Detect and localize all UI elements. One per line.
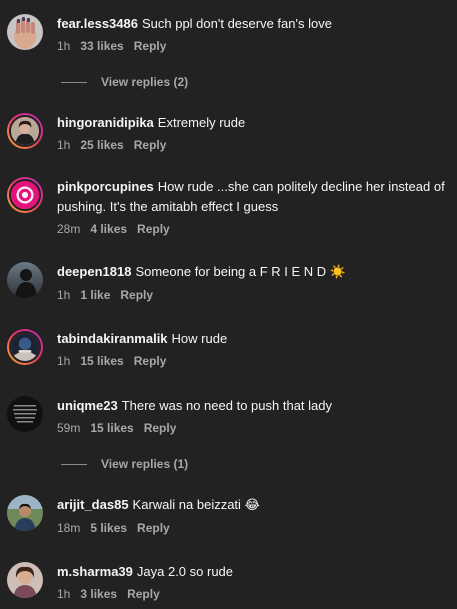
comment-meta: 1h 33 likes Reply xyxy=(57,38,447,54)
comment-content: Karwali na beizzati xyxy=(132,497,241,512)
comment-likes[interactable]: 4 likes xyxy=(90,222,127,236)
avatar-story-ring[interactable] xyxy=(7,177,43,213)
laughing-emoji: 😂 xyxy=(244,498,260,513)
avatar[interactable] xyxy=(7,396,43,432)
view-replies-label: View replies (2) xyxy=(101,75,189,89)
comment-content: Someone for being a F R I E N D xyxy=(135,264,327,279)
comment-username[interactable]: pinkporcupines xyxy=(57,179,154,194)
view-replies-button[interactable]: View replies (1) xyxy=(61,457,188,471)
reply-button[interactable]: Reply xyxy=(137,222,170,236)
comment-time: 18m xyxy=(57,521,81,535)
comment-likes[interactable]: 25 likes xyxy=(80,138,123,152)
comment-likes[interactable]: 15 likes xyxy=(90,421,133,435)
comment-meta: 1h 1 like Reply xyxy=(57,287,447,303)
avatar-person-image xyxy=(7,562,43,598)
comment-text: hingoranidipika Extremely rude xyxy=(57,113,447,133)
comment-likes[interactable]: 33 likes xyxy=(80,39,123,53)
view-replies-line xyxy=(61,81,87,83)
reply-button[interactable]: Reply xyxy=(134,354,167,368)
reply-button[interactable]: Reply xyxy=(137,521,170,535)
reply-button[interactable]: Reply xyxy=(127,587,160,601)
comments-list: fear.less3486 Such ppl don't deserve fan'… xyxy=(0,0,457,609)
comment-time: 1h xyxy=(57,587,71,601)
comment-time: 1h xyxy=(57,288,71,302)
reply-button[interactable]: Reply xyxy=(134,138,167,152)
comment-content: Jaya 2.0 so rude xyxy=(136,564,234,579)
avatar-silhouette-image xyxy=(7,262,43,298)
comment-meta: 59m 15 likes Reply xyxy=(57,420,447,436)
avatar-story-ring[interactable] xyxy=(7,329,43,365)
comment-content: There was no need to push that lady xyxy=(121,398,332,413)
sun-emoji: ☀️ xyxy=(329,265,347,280)
comment-meta: 1h 15 likes Reply xyxy=(57,353,447,369)
reply-button[interactable]: Reply xyxy=(134,39,167,53)
comment-text: pinkporcupines How rude ...she can polite… xyxy=(57,177,447,217)
comment-time: 1h xyxy=(57,138,71,152)
avatar[interactable] xyxy=(7,495,43,531)
comment-username[interactable]: hingoranidipika xyxy=(57,115,154,130)
avatar-scene-image xyxy=(11,333,39,361)
comment-username[interactable]: uniqme23 xyxy=(57,398,118,413)
comment-time: 59m xyxy=(57,421,81,435)
comment-content: How rude xyxy=(171,331,228,346)
comment-meta: 1h 25 likes Reply xyxy=(57,137,447,153)
comment-content: Extremely rude xyxy=(157,115,246,130)
avatar-text-image xyxy=(7,396,43,432)
avatar-story-ring[interactable] xyxy=(7,113,43,149)
comment-username[interactable]: deepen1818 xyxy=(57,264,131,279)
comment-likes[interactable]: 15 likes xyxy=(80,354,123,368)
comment-username[interactable]: arijit_das85 xyxy=(57,497,129,512)
reply-button[interactable]: Reply xyxy=(144,421,177,435)
view-replies-button[interactable]: View replies (2) xyxy=(61,75,188,89)
comment-text: tabindakiranmalik How rude xyxy=(57,329,447,349)
comment-username[interactable]: fear.less3486 xyxy=(57,16,138,31)
avatar[interactable] xyxy=(7,562,43,598)
avatar-logo-image xyxy=(11,181,39,209)
comment-time: 28m xyxy=(57,222,81,236)
comment-meta: 1h 3 likes Reply xyxy=(57,586,447,602)
avatar[interactable] xyxy=(7,14,43,50)
comment-meta: 28m 4 likes Reply xyxy=(57,221,447,237)
avatar-hand-image xyxy=(7,14,43,50)
comment-meta: 18m 5 likes Reply xyxy=(57,520,447,536)
avatar-person-image xyxy=(11,117,39,145)
comment-text: fear.less3486 Such ppl don't deserve fan'… xyxy=(57,14,447,34)
comment-text: arijit_das85 Karwali na beizzati 😂 xyxy=(57,495,447,516)
avatar-person-image xyxy=(7,495,43,531)
comment-text: uniqme23 There was no need to push that l… xyxy=(57,396,447,416)
comment-likes[interactable]: 1 like xyxy=(80,288,110,302)
comment-text: m.sharma39 Jaya 2.0 so rude xyxy=(57,562,447,582)
comment-time: 1h xyxy=(57,354,71,368)
view-replies-line xyxy=(61,463,87,465)
reply-button[interactable]: Reply xyxy=(120,288,153,302)
comment-time: 1h xyxy=(57,39,71,53)
comment-username[interactable]: m.sharma39 xyxy=(57,564,133,579)
comment-likes[interactable]: 5 likes xyxy=(90,521,127,535)
comment-content: Such ppl don't deserve fan's love xyxy=(141,16,332,31)
comment-likes[interactable]: 3 likes xyxy=(80,587,117,601)
comment-text: deepen1818 Someone for being a F R I E N … xyxy=(57,262,447,283)
view-replies-label: View replies (1) xyxy=(101,457,189,471)
comment-username[interactable]: tabindakiranmalik xyxy=(57,331,168,346)
avatar[interactable] xyxy=(7,262,43,298)
